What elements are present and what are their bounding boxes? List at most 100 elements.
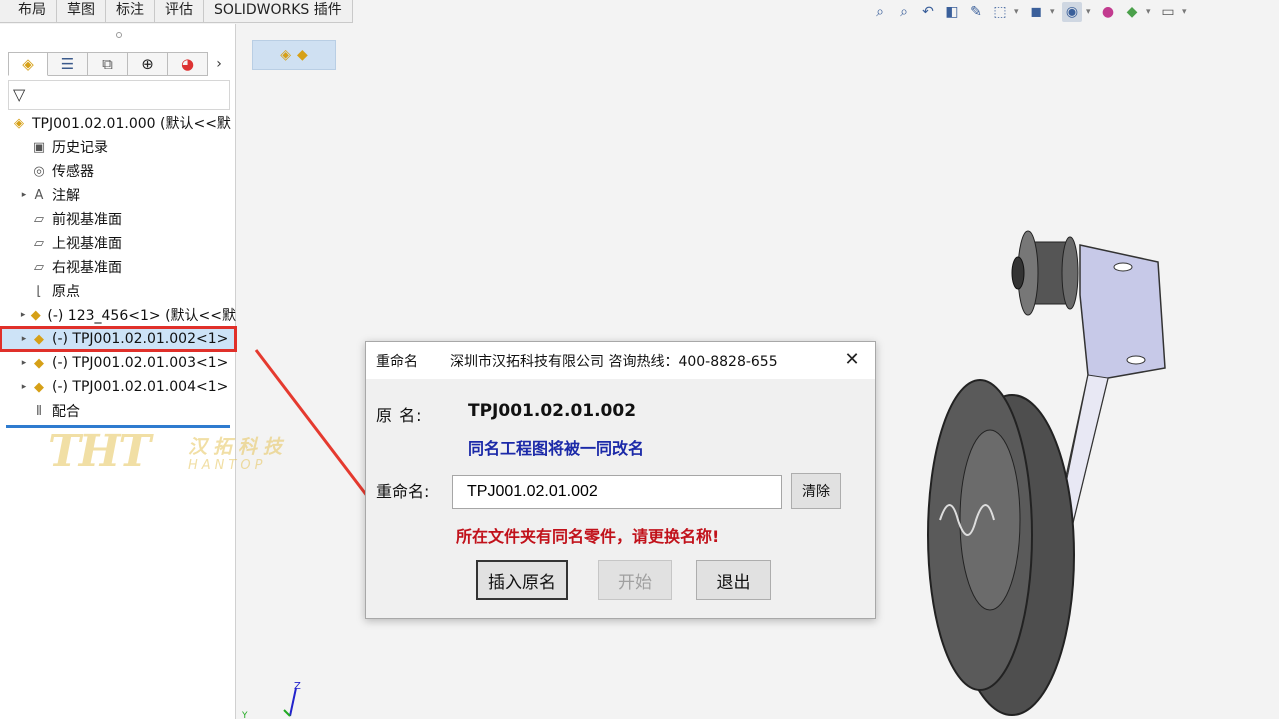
tree-item-label: 传感器	[52, 164, 94, 180]
heads-up-view-toolbar: ⌕ ⌕ ↶ ◧ ✎ ⬚ ▾ ◼ ▾ ◉ ▾ ● ◆ ▾ ▭ ▾	[870, 0, 1190, 24]
start-button[interactable]: 开始	[598, 560, 672, 600]
assembly-icon: ◈	[14, 115, 24, 131]
section-view-icon[interactable]: ◧	[942, 2, 962, 22]
chevron-down-icon[interactable]: ▾	[1014, 7, 1022, 17]
dialog-titlebar[interactable]: 重命名 深圳市汉拓科技有限公司 咨询热线：400-8828-655	[366, 342, 875, 379]
display-manager-tab-icon[interactable]: ◕	[168, 52, 208, 76]
feature-manager-panel: ◈ ☰ ⧉ ⊕ ◕ › ▽ ◈ TPJ001.02.01.000 (默认<<默 …	[0, 24, 237, 719]
expand-arrow-icon[interactable]: ▸	[18, 382, 30, 392]
expand-arrow-icon[interactable]: ▸	[18, 358, 30, 368]
tree-item-label: 注解	[52, 188, 80, 204]
view-orientation-icon[interactable]: ⬚	[990, 2, 1010, 22]
feature-manager-tabs: ◈ ☰ ⧉ ⊕ ◕ ›	[8, 52, 230, 76]
tree-item-label: (-) TPJ001.02.01.003<1>	[52, 355, 229, 371]
origin-icon: ⌊	[36, 283, 42, 299]
tree-item-front-plane[interactable]: ▱ 前视基准面	[0, 207, 236, 231]
tree-item-component-002[interactable]: ▸ ◆ (-) TPJ001.02.01.002<1>	[0, 326, 237, 352]
triad-z-label: Z	[294, 681, 301, 692]
tab-sketch[interactable]: 草图	[57, 0, 106, 23]
property-manager-tab-icon[interactable]: ☰	[48, 52, 88, 76]
plane-icon: ▱	[34, 259, 44, 275]
configuration-manager-tab-icon[interactable]: ⧉	[88, 52, 128, 76]
tree-item-mates[interactable]: ⫴ 配合	[0, 399, 236, 423]
tree-filter-field[interactable]: ▽	[8, 80, 230, 110]
bracket-hole	[1113, 262, 1133, 272]
pulley-bore	[1011, 256, 1025, 290]
tree-item-label: 历史记录	[52, 140, 108, 156]
clear-button[interactable]: 清除	[791, 473, 841, 509]
component-breadcrumb: ◈ ◆	[252, 40, 336, 70]
tree-item-label: (-) TPJ001.02.01.004<1>	[52, 379, 229, 395]
filter-icon[interactable]: ▽	[13, 85, 25, 104]
chevron-down-icon[interactable]: ▾	[1182, 7, 1190, 17]
tab-dimension[interactable]: 标注	[106, 0, 155, 23]
annotation-icon: A	[34, 187, 44, 203]
insert-original-name-button[interactable]: 插入原名	[476, 560, 568, 600]
triad-y-label: Y	[241, 711, 248, 719]
tree-item-label: 右视基准面	[52, 260, 122, 276]
chevron-down-icon[interactable]: ▾	[1086, 7, 1094, 17]
tree-item-history[interactable]: ▣ 历史记录	[0, 135, 236, 159]
panel-grip-handle[interactable]	[116, 32, 122, 38]
expand-arrow-icon[interactable]: ▸	[18, 334, 30, 344]
view-settings-icon[interactable]: ▭	[1158, 2, 1178, 22]
mate-icon: ⫴	[36, 403, 42, 419]
feature-tree: ◈ TPJ001.02.01.000 (默认<<默 ▣ 历史记录 ◎ 传感器 ▸…	[0, 111, 237, 428]
sensor-icon: ◎	[33, 163, 45, 179]
tree-item-origin[interactable]: ⌊ 原点	[0, 279, 236, 303]
tree-item-label: (-) TPJ001.02.01.002<1>	[52, 331, 229, 347]
tree-root-assembly[interactable]: ◈ TPJ001.02.01.000 (默认<<默	[0, 111, 236, 135]
tree-item-label: 配合	[52, 404, 80, 420]
tree-item-sensors[interactable]: ◎ 传感器	[0, 159, 236, 183]
watermark-tht-text: THT	[48, 426, 151, 477]
hide-show-items-icon[interactable]: ◉	[1062, 2, 1082, 22]
part-icon: ◆	[34, 379, 44, 395]
display-style-icon[interactable]: ◼	[1026, 2, 1046, 22]
dimxpert-manager-tab-icon[interactable]: ⊕	[128, 52, 168, 76]
previous-view-icon[interactable]: ↶	[918, 2, 938, 22]
chevron-right-icon[interactable]: ›	[208, 52, 230, 76]
bracket-hole	[1126, 355, 1146, 365]
zoom-to-area-icon[interactable]: ⌕	[894, 2, 914, 22]
3d-model-view[interactable]	[880, 200, 1180, 719]
zoom-to-fit-icon[interactable]: ⌕	[870, 2, 890, 22]
chevron-down-icon[interactable]: ▾	[1050, 7, 1058, 17]
coordinate-triad: Z Y	[241, 681, 301, 719]
tree-item-component-123-456[interactable]: ▸ ◆ (-) 123_456<1> (默认<<默	[0, 303, 236, 327]
tree-item-component-004[interactable]: ▸ ◆ (-) TPJ001.02.01.004<1>	[0, 375, 236, 399]
tab-solidworks-addins[interactable]: SOLIDWORKS 插件	[204, 0, 353, 23]
duplicate-name-warning: 所在文件夹有同名零件，请更换名称!	[456, 527, 720, 546]
rename-dialog: 重命名 深圳市汉拓科技有限公司 咨询热线：400-8828-655 ✕ 原 名:…	[365, 341, 876, 619]
assembly-breadcrumb-icon[interactable]: ◈	[280, 47, 291, 63]
tree-item-annotations[interactable]: ▸ A 注解	[0, 183, 236, 207]
tree-item-label: 上视基准面	[52, 236, 122, 252]
tree-item-label: 前视基准面	[52, 212, 122, 228]
rename-input[interactable]	[452, 475, 782, 509]
feature-manager-tab-icon[interactable]: ◈	[8, 52, 48, 76]
part-icon: ◆	[34, 355, 44, 371]
close-icon[interactable]: ✕	[841, 348, 863, 370]
edit-appearance-icon[interactable]: ●	[1098, 2, 1118, 22]
tab-evaluate[interactable]: 评估	[155, 0, 204, 23]
exit-button[interactable]: 退出	[696, 560, 771, 600]
chevron-down-icon[interactable]: ▾	[1146, 7, 1154, 17]
tab-layout[interactable]: 布局	[0, 0, 57, 23]
command-manager-tabs: 布局 草图 标注 评估 SOLIDWORKS 插件	[0, 0, 353, 23]
tree-item-label: 原点	[52, 284, 80, 300]
dialog-company-info: 深圳市汉拓科技有限公司 咨询热线：400-8828-655	[450, 353, 778, 370]
watermark-cn-text: 汉拓科技	[188, 436, 289, 458]
dynamic-annotation-icon[interactable]: ✎	[966, 2, 986, 22]
pulley-flange	[1061, 236, 1079, 310]
part-breadcrumb-icon[interactable]: ◆	[297, 47, 308, 63]
expand-arrow-icon[interactable]: ▸	[18, 190, 30, 200]
apply-scene-icon[interactable]: ◆	[1122, 2, 1142, 22]
tree-item-top-plane[interactable]: ▱ 上视基准面	[0, 231, 236, 255]
expand-arrow-icon[interactable]: ▸	[18, 310, 28, 320]
plane-icon: ▱	[34, 235, 44, 251]
history-icon: ▣	[32, 139, 46, 155]
tree-item-component-003[interactable]: ▸ ◆ (-) TPJ001.02.01.003<1>	[0, 351, 236, 375]
part-icon: ◆	[34, 331, 44, 347]
original-name-value: TPJ001.02.01.002	[468, 401, 637, 421]
gear-hub	[959, 429, 1021, 611]
tree-item-right-plane[interactable]: ▱ 右视基准面	[0, 255, 236, 279]
